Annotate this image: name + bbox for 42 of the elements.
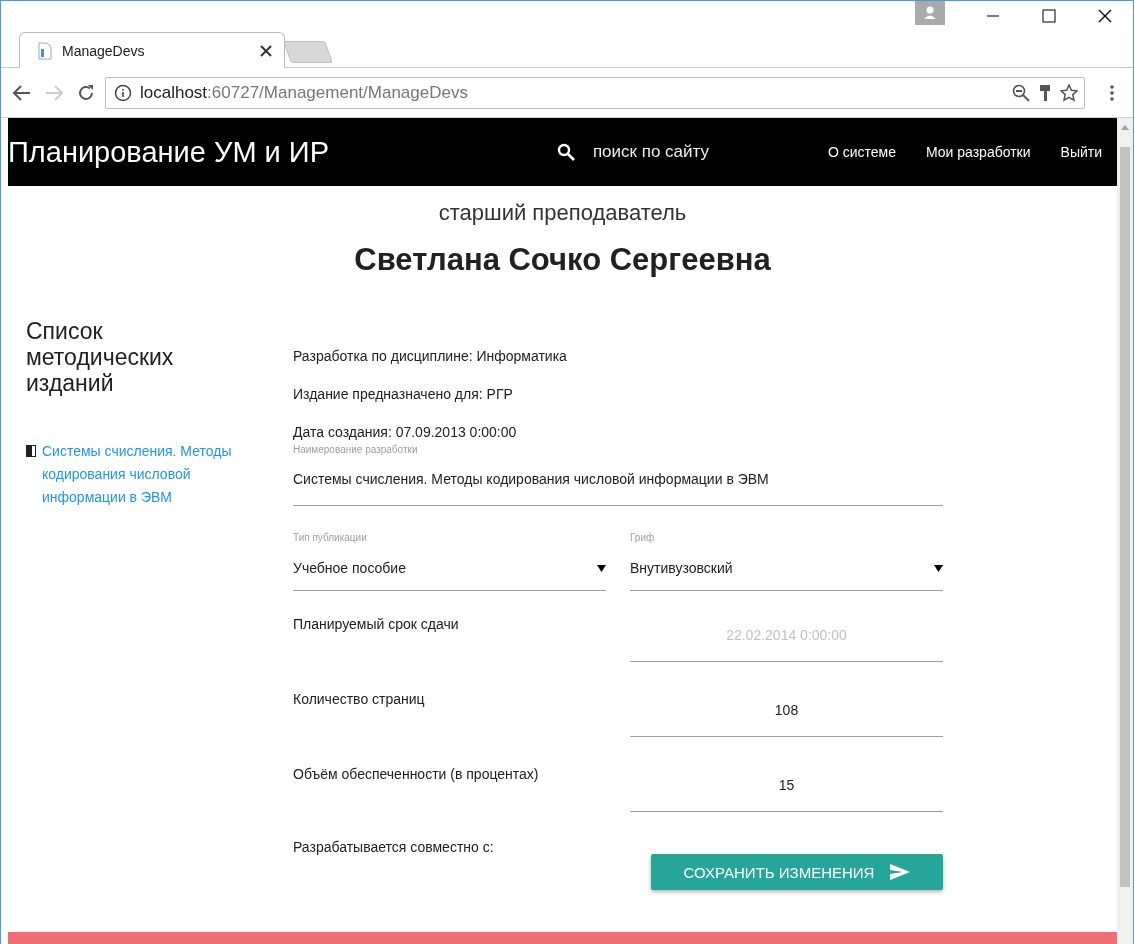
info-text: Разработка по дисциплине: Информатика xyxy=(293,348,568,364)
info-text: Издание предназначено для: РГР xyxy=(293,386,514,402)
field-label: Тип публикации xyxy=(293,532,368,543)
field-label: Наимерование разработки xyxy=(293,444,419,455)
job-title: старший преподаватель xyxy=(438,200,687,226)
close-icon[interactable] xyxy=(260,44,272,57)
info-text: Дата создания: 07.09.2013 0:00:00 xyxy=(293,424,518,440)
page-icon xyxy=(38,41,52,60)
zoom-out-icon[interactable] xyxy=(1012,83,1030,102)
nav-link[interactable]: Мои разработки xyxy=(910,144,1046,160)
field-label: Гриф xyxy=(630,532,656,543)
caret-icon xyxy=(934,564,943,572)
info-icon xyxy=(114,83,132,102)
dropdown[interactable]: Внутивузовский xyxy=(630,544,943,591)
close-icon[interactable] xyxy=(1098,9,1112,23)
maximize-icon[interactable] xyxy=(1042,9,1056,23)
search-field[interactable]: поиск по сайту xyxy=(590,141,791,163)
nav-link[interactable]: О системе xyxy=(812,144,911,160)
paint-brush-icon[interactable] xyxy=(1038,83,1052,102)
reload-icon[interactable] xyxy=(76,82,96,103)
back-icon[interactable] xyxy=(12,82,32,103)
sidebar-title: Список методических изданий xyxy=(26,318,175,396)
field-label: Объём обеспеченности (в процентах) xyxy=(293,765,540,784)
search-icon[interactable] xyxy=(556,143,575,161)
input-field[interactable]: 15 xyxy=(630,763,943,812)
browser-tab[interactable]: ManageDevs xyxy=(19,32,285,68)
field-label: Планируемый срок сдачи xyxy=(293,615,460,634)
address-bar[interactable]: localhost:60727/Management/ManageDevs xyxy=(105,76,1085,109)
dropdown[interactable]: Учебное пособие xyxy=(293,544,606,591)
scrollbar[interactable] xyxy=(1117,118,1133,944)
person-name: Светлана Сочко Сергеевна xyxy=(354,242,771,278)
nav-link[interactable]: Выйти xyxy=(1045,144,1117,160)
star-icon[interactable] xyxy=(1060,83,1078,102)
title-field[interactable]: Системы счисления. Методы кодирования числовой информации в ЭВМ xyxy=(293,455,943,506)
field-label: Количество страниц xyxy=(293,690,426,709)
input-field[interactable]: 108 xyxy=(630,688,943,737)
caret-icon xyxy=(597,564,606,572)
send-icon xyxy=(890,864,911,880)
book-icon xyxy=(26,445,36,457)
field-label: Разрабатывается совместно с: xyxy=(293,838,495,857)
url-text: localhost:60727/Management/ManageDevs xyxy=(140,82,469,103)
site-title[interactable]: Планирование УМ и ИР xyxy=(8,135,557,169)
